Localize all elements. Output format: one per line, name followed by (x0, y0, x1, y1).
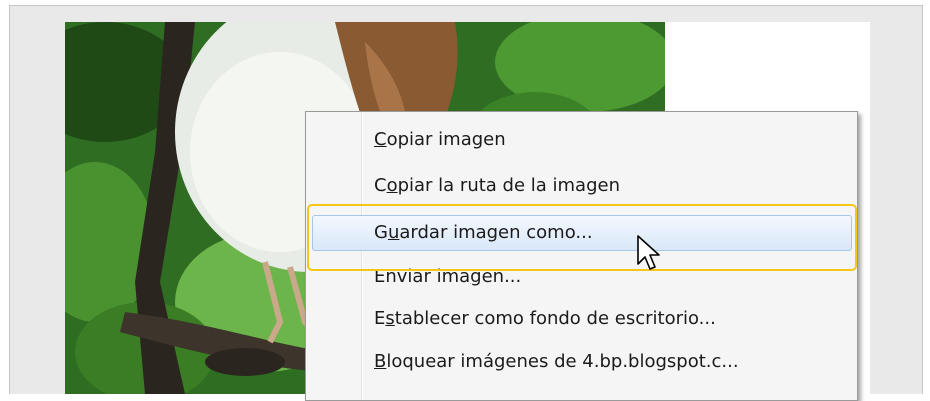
menu-item-set-desktop-background[interactable]: Establecer como fondo de escritorio... (374, 308, 716, 330)
menu-item-copy-image-path[interactable]: Copiar la ruta de la imagen (374, 175, 620, 197)
mouse-pointer-icon (636, 234, 662, 278)
menu-item-copy-image[interactable]: Copiar imagen (374, 129, 506, 151)
focus-highlight-ring (307, 204, 857, 271)
menu-item-block-images[interactable]: Bloquear imágenes de 4.bp.blogspot.c... (374, 351, 739, 373)
